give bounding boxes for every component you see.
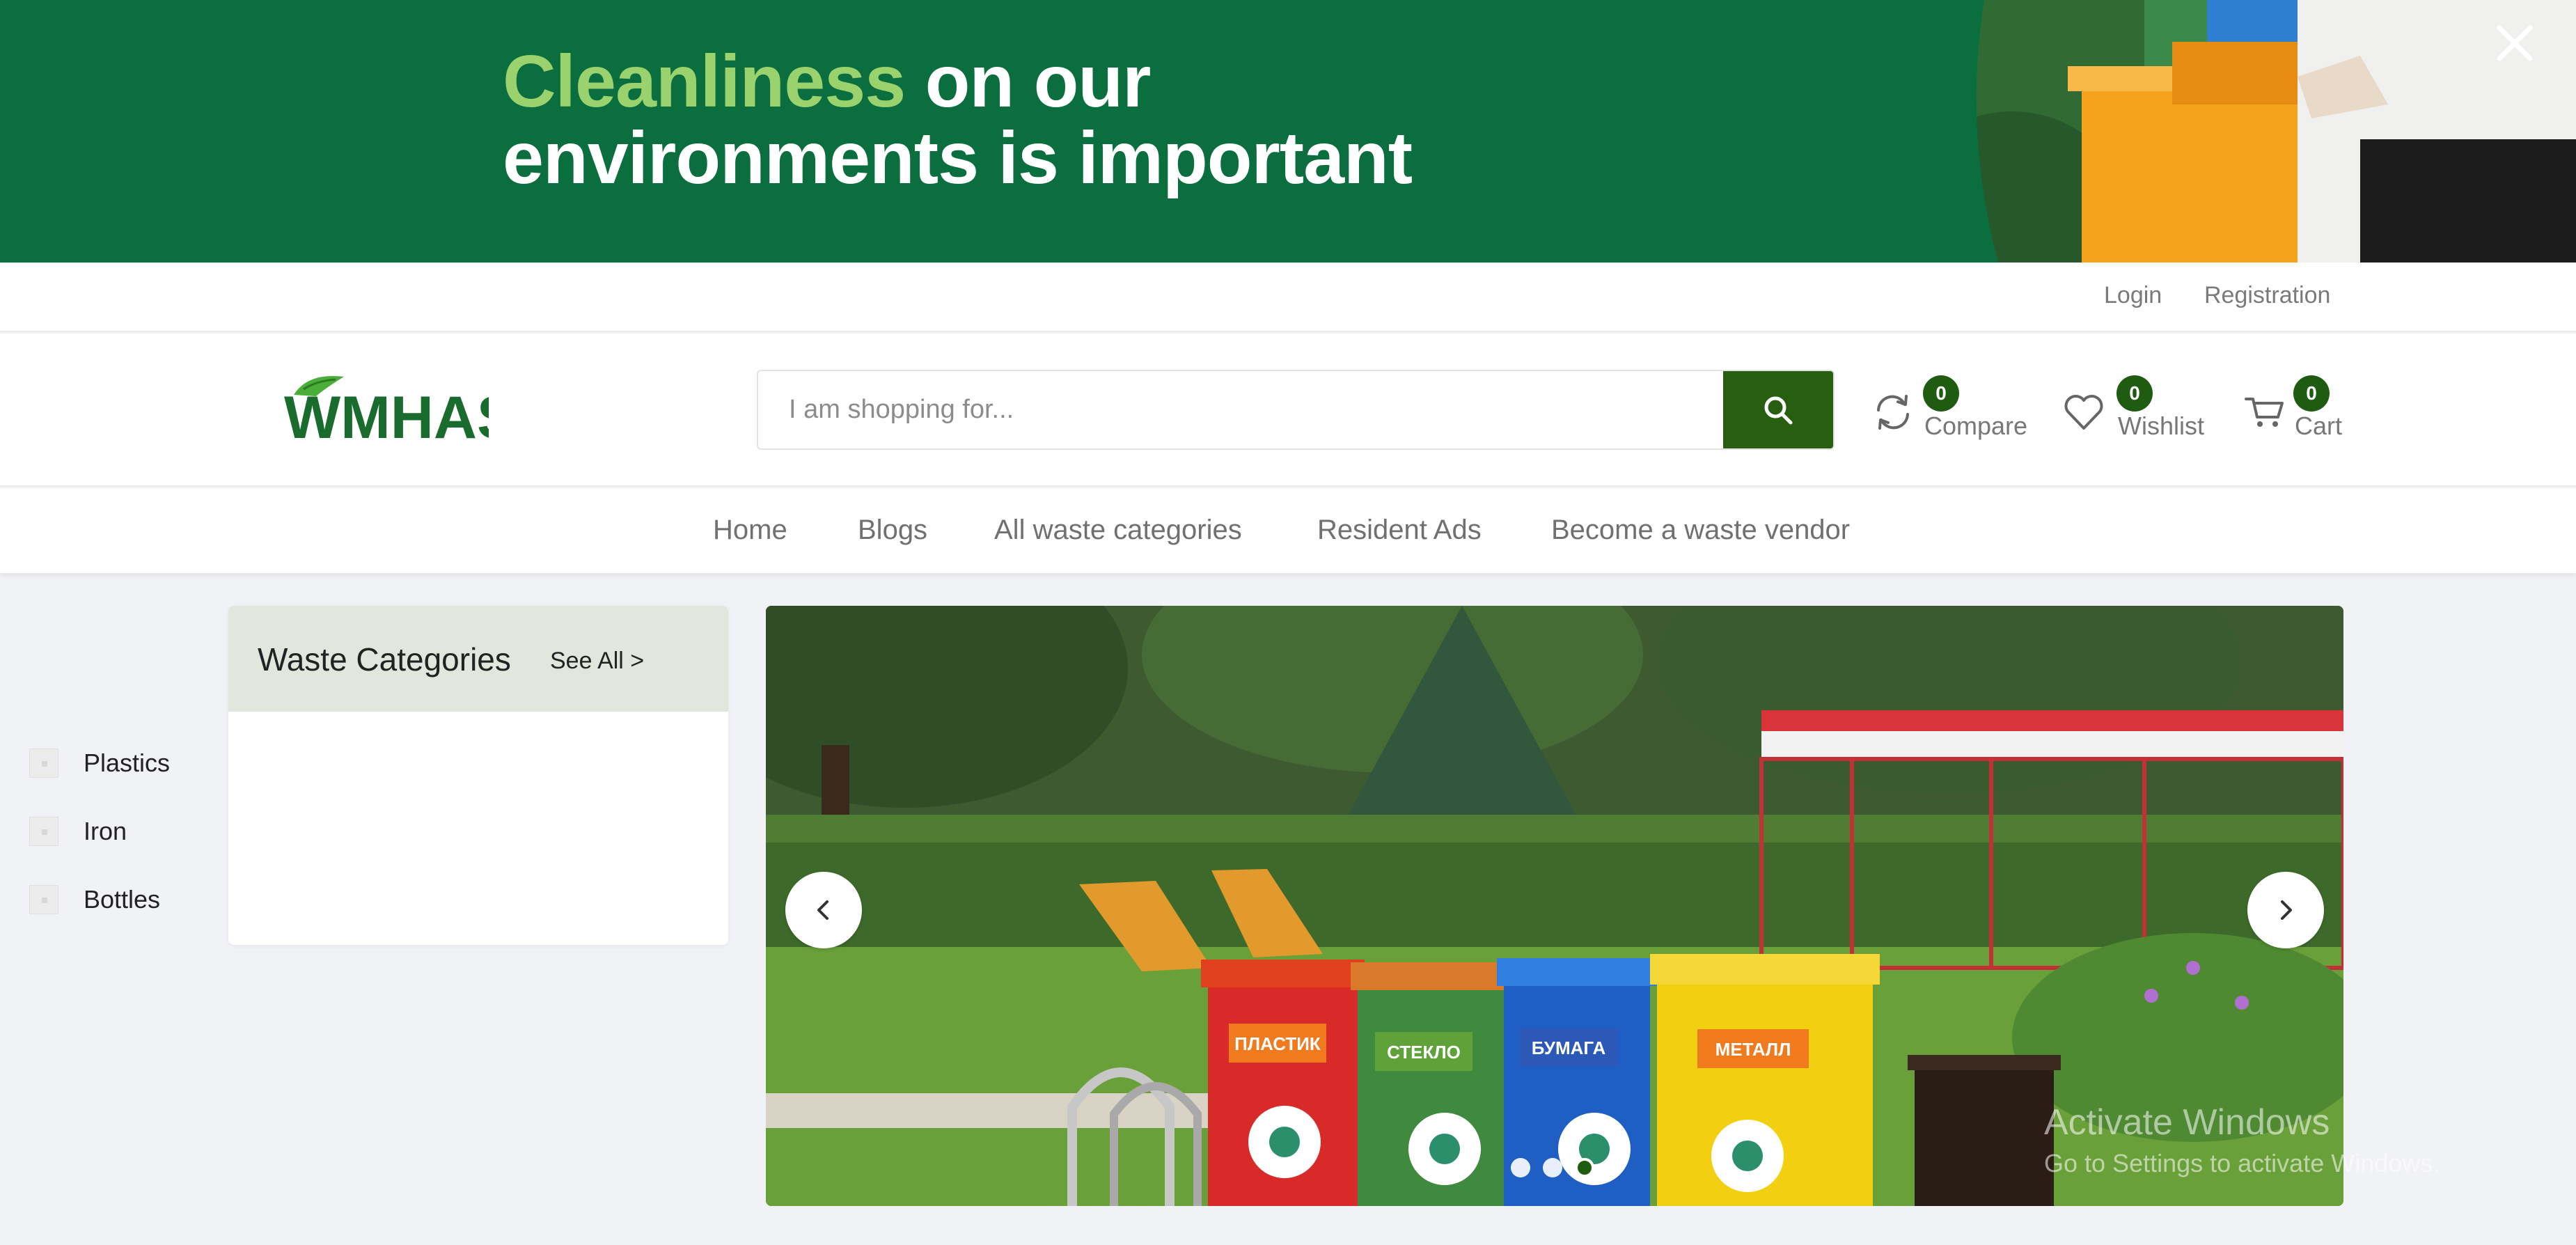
- category-item-bottles[interactable]: Bottles: [29, 877, 447, 918]
- wishlist-label: Wishlist: [2118, 412, 2204, 440]
- banner-headline-line2: environments is important: [503, 117, 1413, 199]
- slider-dot-3[interactable]: [1575, 1158, 1594, 1177]
- cart-count-badge: 0: [2293, 375, 2330, 412]
- slider-next-button[interactable]: [2247, 872, 2324, 948]
- cart-icon: [2245, 398, 2284, 427]
- chevron-left-icon: [817, 900, 828, 920]
- heart-icon: [2064, 395, 2103, 430]
- cart-label: Cart: [2295, 412, 2343, 440]
- site-header: WMHAS 0 Compare 0 Wishlist: [0, 334, 2576, 487]
- category-item-iron[interactable]: Iron: [29, 808, 447, 850]
- watermark-subtitle: Go to Settings to activate Windows.: [2044, 1149, 2440, 1177]
- search-input[interactable]: [758, 371, 1726, 448]
- banner-headline-highlight: Cleanliness: [503, 40, 906, 123]
- activate-windows-watermark: Activate Windows Go to Settings to activ…: [2044, 1102, 2440, 1178]
- waste-categories-header: Waste Categories See All >: [228, 606, 728, 712]
- nav-item-home[interactable]: Home: [713, 515, 787, 546]
- top-bar: Login Registration: [0, 263, 2576, 332]
- login-link[interactable]: Login: [2104, 282, 2162, 309]
- compare-label: Compare: [1924, 412, 2028, 440]
- wishlist-count-badge: 0: [2116, 375, 2153, 412]
- watermark-title: Activate Windows: [2044, 1102, 2330, 1143]
- chevron-right-icon: [2281, 900, 2292, 920]
- compare-count-badge: 0: [1923, 375, 1959, 412]
- main-nav: Home Blogs All waste categories Resident…: [0, 488, 2576, 573]
- close-icon[interactable]: [2487, 15, 2543, 71]
- nav-item-resident-ads[interactable]: Resident Ads: [1317, 515, 1482, 546]
- bin-label-3: МЕТАЛЛ: [1715, 1039, 1791, 1060]
- category-item-plastics[interactable]: Plastics: [29, 740, 447, 782]
- bin-label-1: СТЕКЛО: [1387, 1042, 1461, 1063]
- bin-label-0: ПЛАСТИК: [1234, 1033, 1321, 1054]
- category-name: Plastics: [84, 749, 171, 777]
- search-bar: [757, 370, 1835, 450]
- banner-headline: Cleanliness on our environments is impor…: [503, 40, 1413, 199]
- slider-dot-1[interactable]: [1511, 1158, 1530, 1177]
- slider-prev-button[interactable]: [785, 872, 862, 948]
- logo-text: WMHAS: [284, 384, 489, 445]
- banner-headline-line1: on our: [905, 40, 1152, 123]
- category-thumbnail: [29, 817, 58, 846]
- slider-dot-2[interactable]: [1543, 1158, 1562, 1177]
- compare-button[interactable]: 0 Compare: [1871, 375, 2039, 452]
- cart-button[interactable]: 0 Cart: [2243, 375, 2348, 452]
- banner-photo: [1970, 0, 2576, 263]
- nav-item-blogs[interactable]: Blogs: [858, 515, 927, 546]
- logo[interactable]: WMHAS: [280, 368, 489, 445]
- nav-item-all-waste-categories[interactable]: All waste categories: [994, 515, 1242, 546]
- search-icon: [1764, 396, 1793, 424]
- nav-item-become-waste-vendor[interactable]: Become a waste vendor: [1551, 515, 1850, 546]
- compare-icon: [1877, 395, 1909, 430]
- registration-link[interactable]: Registration: [2204, 282, 2330, 309]
- category-thumbnail: [29, 749, 58, 778]
- category-name: Bottles: [84, 885, 161, 914]
- search-button[interactable]: [1723, 371, 1833, 448]
- waste-categories-title: Waste Categories: [258, 641, 511, 678]
- category-thumbnail: [29, 885, 58, 914]
- bin-label-2: БУМАГА: [1532, 1038, 1606, 1058]
- wishlist-button[interactable]: 0 Wishlist: [2062, 375, 2215, 452]
- category-name: Iron: [84, 817, 127, 845]
- promo-banner[interactable]: Cleanliness on our environments is impor…: [0, 0, 2576, 263]
- see-all-link[interactable]: See All >: [550, 648, 644, 675]
